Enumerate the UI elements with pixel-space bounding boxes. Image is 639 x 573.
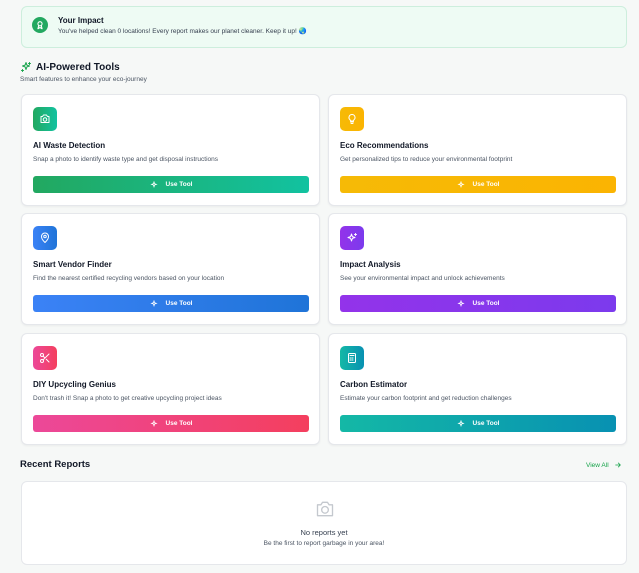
use-tool-button[interactable]: Use Tool bbox=[33, 176, 309, 193]
recent-reports-empty-state: No reports yet Be the first to report ga… bbox=[21, 481, 627, 565]
scissors-icon bbox=[33, 346, 57, 370]
use-tool-label: Use Tool bbox=[472, 420, 500, 427]
tools-subtitle: Smart features to enhance your eco-journ… bbox=[20, 76, 147, 83]
tool-title: DIY Upcycling Genius bbox=[33, 380, 116, 389]
tool-description: Get personalized tips to reduce your env… bbox=[340, 156, 513, 163]
award-icon bbox=[32, 17, 48, 33]
use-tool-button[interactable]: Use Tool bbox=[340, 295, 616, 312]
tool-description: Estimate your carbon footprint and get r… bbox=[340, 395, 512, 402]
impact-title: Your Impact bbox=[58, 16, 104, 25]
use-tool-label: Use Tool bbox=[165, 181, 193, 188]
sparkles-icon bbox=[340, 226, 364, 250]
tool-title: Impact Analysis bbox=[340, 260, 401, 269]
view-all-label: View All bbox=[586, 461, 609, 469]
tool-description: Find the nearest certified recycling ven… bbox=[33, 275, 225, 282]
tool-description: Don't trash it! Snap a photo to get crea… bbox=[33, 395, 222, 402]
use-tool-button[interactable]: Use Tool bbox=[33, 295, 309, 312]
tool-description: See your environmental impact and unlock… bbox=[340, 275, 505, 282]
tool-card-eco-recommendations: Eco Recommendations Get personalized tip… bbox=[328, 94, 627, 206]
recent-reports-title: Recent Reports bbox=[20, 459, 91, 470]
impact-text: You've helped clean 0 locations! Every r… bbox=[58, 28, 307, 35]
sparkles-icon bbox=[456, 299, 465, 307]
sparkles-icon bbox=[21, 62, 31, 72]
tools-title: AI-Powered Tools bbox=[36, 61, 120, 73]
use-tool-label: Use Tool bbox=[165, 300, 193, 307]
impact-banner: Your Impact You've helped clean 0 locati… bbox=[21, 6, 627, 48]
tool-card-carbon-estimator: Carbon Estimator Estimate your carbon fo… bbox=[328, 333, 627, 445]
use-tool-label: Use Tool bbox=[472, 181, 500, 188]
tool-title: Smart Vendor Finder bbox=[33, 260, 112, 269]
sparkles-icon bbox=[149, 299, 158, 307]
camera-icon bbox=[33, 107, 57, 131]
sparkles-icon bbox=[149, 419, 158, 427]
view-all-link[interactable]: View All bbox=[586, 461, 622, 469]
calculator-icon bbox=[340, 346, 364, 370]
use-tool-label: Use Tool bbox=[165, 420, 193, 427]
tool-title: Carbon Estimator bbox=[340, 380, 408, 389]
use-tool-button[interactable]: Use Tool bbox=[340, 176, 616, 193]
sparkles-icon bbox=[149, 180, 158, 188]
use-tool-button[interactable]: Use Tool bbox=[340, 415, 616, 432]
tool-card-impact-analysis: Impact Analysis See your environmental i… bbox=[328, 213, 627, 325]
tool-title: AI Waste Detection bbox=[33, 141, 106, 150]
tool-title: Eco Recommendations bbox=[340, 141, 429, 150]
empty-title: No reports yet bbox=[300, 528, 348, 537]
tool-card-diy-upcycling: DIY Upcycling Genius Don't trash it! Sna… bbox=[21, 333, 320, 445]
map-pin-icon bbox=[33, 226, 57, 250]
lightbulb-icon bbox=[340, 107, 364, 131]
empty-subtitle: Be the first to report garbage in your a… bbox=[263, 540, 385, 547]
arrow-right-icon bbox=[614, 462, 621, 468]
camera-icon bbox=[316, 501, 334, 517]
tools-heading: AI-Powered Tools bbox=[20, 61, 120, 73]
tool-description: Snap a photo to identify waste type and … bbox=[33, 156, 219, 163]
tool-card-waste-detection: AI Waste Detection Snap a photo to ident… bbox=[21, 94, 320, 206]
tool-card-vendor-finder: Smart Vendor Finder Find the nearest cer… bbox=[21, 213, 320, 325]
use-tool-label: Use Tool bbox=[472, 300, 500, 307]
use-tool-button[interactable]: Use Tool bbox=[33, 415, 309, 432]
sparkles-icon bbox=[456, 180, 465, 188]
sparkles-icon bbox=[456, 419, 465, 427]
